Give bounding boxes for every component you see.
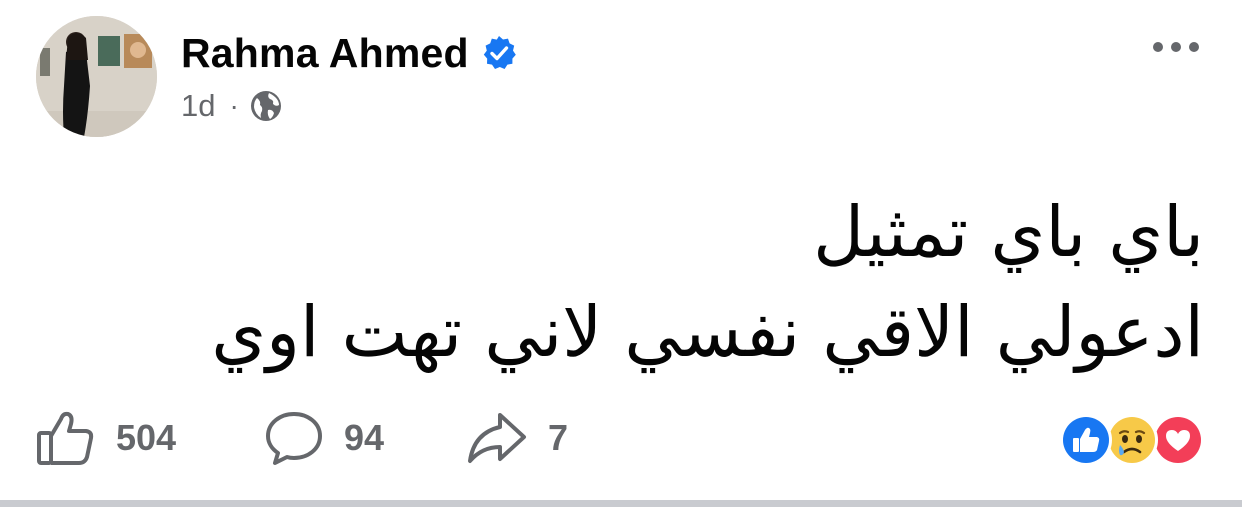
- share-count: 7: [548, 417, 569, 458]
- reactions-summary[interactable]: [1060, 414, 1210, 468]
- post-text: باي باي تمثيل ادعولي الاقي نفسي لاني تهت…: [104, 182, 1204, 382]
- more-options-icon[interactable]: [1150, 34, 1202, 60]
- comment-count: 94: [344, 417, 385, 458]
- comment-button[interactable]: 94: [264, 406, 384, 470]
- like-reaction-icon: [1060, 414, 1112, 466]
- author-avatar[interactable]: [36, 16, 157, 137]
- like-button[interactable]: 504: [36, 406, 176, 470]
- author-row: Rahma Ahmed: [181, 28, 517, 78]
- post-text-line: ادعولي الاقي نفسي لاني تهت اوي: [211, 291, 1204, 373]
- post-timestamp[interactable]: 1d: [181, 88, 215, 124]
- post-card: Rahma Ahmed 1d · باي باي تمثيل ادعولي ال…: [0, 0, 1242, 507]
- post-text-line: باي باي تمثيل: [813, 191, 1204, 273]
- like-icon: [37, 411, 94, 465]
- meta-separator: ·: [229, 90, 239, 121]
- share-icon: [468, 413, 526, 463]
- author-name[interactable]: Rahma Ahmed: [181, 30, 469, 77]
- post-divider: [0, 500, 1242, 507]
- globe-icon[interactable]: [249, 89, 283, 123]
- comment-icon: [266, 412, 322, 465]
- share-button[interactable]: 7: [466, 406, 568, 470]
- love-reaction-icon: [1152, 414, 1204, 466]
- post-meta: 1d ·: [181, 85, 283, 127]
- avatar-image: [36, 16, 157, 137]
- like-count: 504: [116, 417, 177, 458]
- sad-reaction-icon: [1106, 414, 1158, 466]
- verified-badge-icon: [483, 36, 516, 69]
